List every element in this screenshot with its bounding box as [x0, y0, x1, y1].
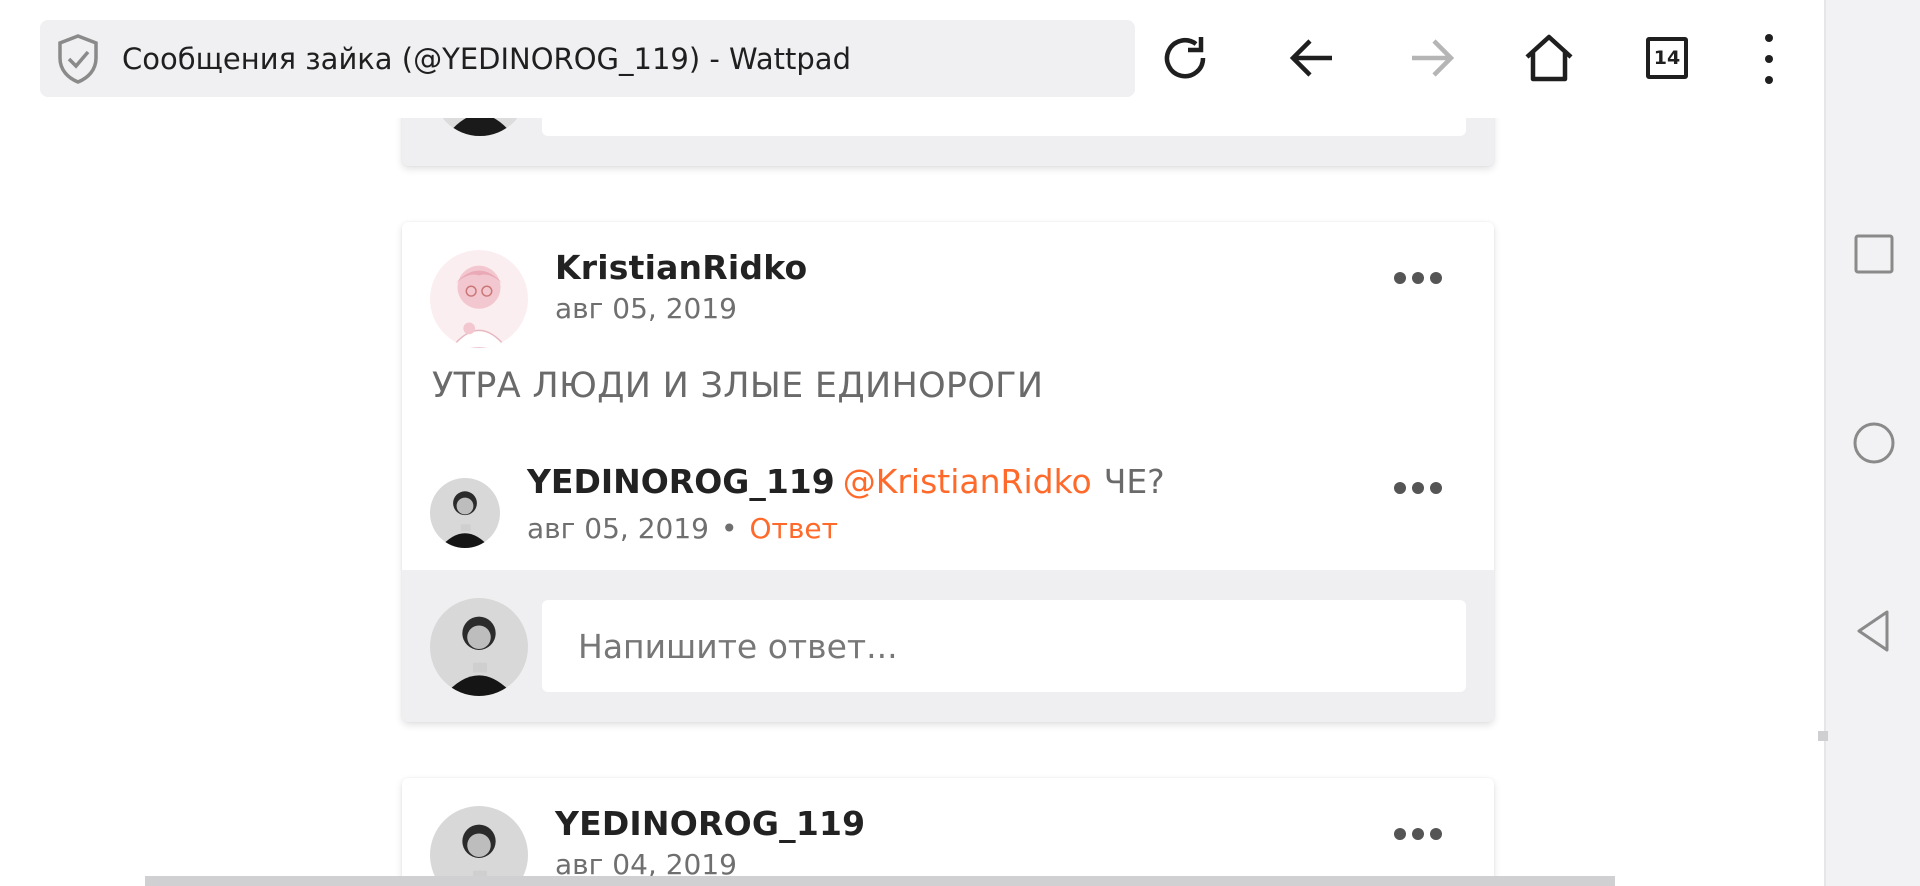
- reply-composer: [402, 570, 1494, 722]
- forward-button[interactable]: [1403, 30, 1459, 86]
- reply-link[interactable]: Ответ: [749, 512, 837, 545]
- system-navigation-bar: [1818, 0, 1920, 886]
- avatar[interactable]: [430, 806, 528, 886]
- tabs-button[interactable]: 14: [1646, 37, 1688, 79]
- home-button[interactable]: [1521, 30, 1577, 86]
- recent-apps-button[interactable]: [1826, 219, 1920, 289]
- comment-options-button[interactable]: [1394, 271, 1442, 285]
- home-icon: [1525, 34, 1573, 82]
- reply-avatar[interactable]: [430, 478, 500, 548]
- comment-date: авг 05, 2019: [555, 292, 737, 325]
- reload-button[interactable]: [1157, 30, 1213, 86]
- more-icon-dot: [1765, 76, 1773, 84]
- shield-icon[interactable]: [56, 33, 100, 85]
- dot: [1394, 828, 1406, 840]
- dot: [1394, 272, 1406, 284]
- reply-meta: авг 05, 2019 • Ответ: [527, 512, 838, 545]
- page-content: KristianRidko авг 05, 2019 УТРА ЛЮДИ И З…: [0, 0, 1824, 886]
- back-button[interactable]: [1285, 30, 1341, 86]
- home-circle-icon: [1853, 422, 1895, 464]
- back-icon: [1289, 39, 1332, 77]
- comment-text: УТРА ЛЮДИ И ЗЛЫЕ ЕДИНОРОГИ: [432, 366, 1044, 406]
- recent-apps-icon: [1854, 234, 1894, 274]
- back-triangle-icon: [1857, 610, 1889, 652]
- dot: [1412, 828, 1424, 840]
- comment-options-button[interactable]: [1394, 827, 1442, 841]
- page-title: Сообщения зайка (@YEDINOROG_119) - Wattp…: [122, 41, 851, 76]
- address-bar[interactable]: Сообщения зайка (@YEDINOROG_119) - Wattp…: [40, 20, 1135, 97]
- meta-separator: •: [720, 512, 738, 545]
- more-menu-button[interactable]: [1754, 34, 1784, 84]
- comment-card: KristianRidko авг 05, 2019 УТРА ЛЮДИ И З…: [402, 222, 1494, 722]
- back-nav-button[interactable]: [1826, 596, 1920, 666]
- comment-card-next: YEDINOROG_119 авг 04, 2019: [402, 778, 1494, 886]
- reply-input[interactable]: [542, 600, 1466, 692]
- more-icon-dot: [1765, 55, 1773, 63]
- dot: [1412, 482, 1424, 494]
- comment-username[interactable]: YEDINOROG_119: [555, 804, 865, 843]
- comment-username[interactable]: KristianRidko: [555, 248, 807, 287]
- home-nav-button[interactable]: [1826, 408, 1920, 478]
- avatar[interactable]: [430, 250, 528, 348]
- reply-mention[interactable]: @KristianRidko: [843, 462, 1092, 501]
- dot: [1394, 482, 1406, 494]
- reply-date: авг 05, 2019: [527, 512, 709, 545]
- dot: [1412, 272, 1424, 284]
- reply-line: YEDINOROG_119 @KristianRidko ЧЕ?: [527, 462, 1165, 501]
- scroll-indicator: [1818, 731, 1828, 741]
- browser-toolbar: Сообщения зайка (@YEDINOROG_119) - Wattp…: [0, 0, 1824, 118]
- horizontal-scrollbar[interactable]: [145, 876, 1615, 886]
- reload-icon: [1164, 37, 1206, 79]
- dot: [1430, 272, 1442, 284]
- reply-text: ЧЕ?: [1103, 462, 1165, 501]
- dot: [1430, 482, 1442, 494]
- dot: [1430, 828, 1442, 840]
- more-icon: [1765, 34, 1773, 42]
- reply-options-button[interactable]: [1394, 481, 1442, 495]
- reply-username[interactable]: YEDINOROG_119: [527, 462, 835, 501]
- forward-icon: [1412, 39, 1455, 77]
- current-user-avatar[interactable]: [430, 598, 528, 696]
